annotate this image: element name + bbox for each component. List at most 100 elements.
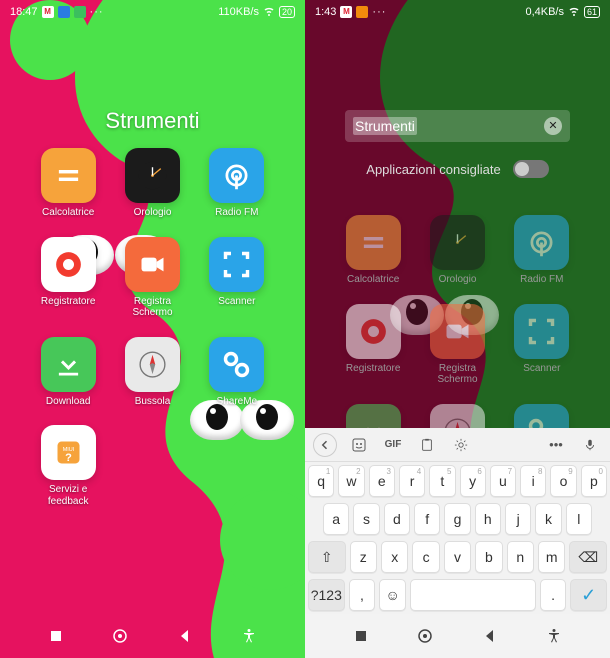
key-k[interactable]: k	[535, 503, 561, 535]
kbd-clipboard-icon[interactable]	[415, 433, 439, 457]
nav-recents-icon[interactable]	[48, 628, 64, 644]
app-notif2-icon	[74, 6, 86, 18]
clear-icon[interactable]: ✕	[544, 117, 562, 135]
app-label: Orologio	[134, 207, 172, 219]
folder-rename-field[interactable]: Strumenti ✕	[345, 110, 570, 142]
statusbar: 1:43 M ··· 0,4KB/s 61	[305, 0, 610, 24]
key-t[interactable]: t5	[429, 465, 455, 497]
kbd-gif-label[interactable]: GIF	[381, 433, 405, 457]
key-enter[interactable]: ✓	[570, 579, 607, 611]
app-radio[interactable]: Radio FM	[209, 148, 265, 219]
status-batt: 20	[279, 6, 295, 18]
key-u[interactable]: u7	[490, 465, 516, 497]
app-notif-icon	[58, 6, 70, 18]
feedback-icon: MIUI?	[41, 425, 96, 480]
app-grid-dimmed: CalcolatriceOrologioRadio FMRegistratore…	[305, 215, 610, 463]
kbd-sticker-icon[interactable]	[347, 433, 371, 457]
key-☺[interactable]: ☺	[379, 579, 406, 611]
svg-text:?: ?	[65, 452, 72, 464]
status-batt: 61	[584, 6, 600, 18]
app-grid: Calcolatrice Orologio Radio FM Registratore…	[0, 148, 305, 507]
key-symbols[interactable]: ?123	[308, 579, 345, 611]
recommended-apps-label: Applicazioni consigliate	[366, 162, 500, 177]
key-e[interactable]: e3	[369, 465, 395, 497]
app-screenrec[interactable]: Registra Schermo	[124, 237, 180, 319]
key-r[interactable]: r4	[399, 465, 425, 497]
app-clock[interactable]: Orologio	[124, 148, 180, 219]
key-i[interactable]: i8	[520, 465, 546, 497]
app-label: Radio FM	[215, 207, 258, 219]
key-backspace[interactable]: ⌫	[569, 541, 607, 573]
left-pane: 18:47 M ··· 110KB/s 20 Strumenti Calcola…	[0, 0, 305, 658]
nav-accessibility-icon[interactable]	[241, 628, 257, 644]
compass-icon	[125, 337, 180, 392]
app-download[interactable]: Download	[40, 337, 96, 408]
key-h[interactable]: h	[475, 503, 501, 535]
key-c[interactable]: c	[412, 541, 439, 573]
navbar	[0, 614, 305, 658]
nav-accessibility-icon[interactable]	[546, 628, 562, 644]
key-o[interactable]: o9	[550, 465, 576, 497]
app-shareme[interactable]: ShareMe	[209, 337, 265, 408]
app-screenrec: Registra Schermo	[429, 304, 485, 386]
key-l[interactable]: l	[566, 503, 592, 535]
nav-home-icon[interactable]	[417, 628, 433, 644]
clock-icon	[430, 215, 485, 270]
app-scanner[interactable]: Scanner	[209, 237, 265, 319]
recommended-apps-toggle[interactable]	[513, 160, 549, 178]
app-label: Servizi e feedback	[40, 484, 96, 507]
key-f[interactable]: f	[414, 503, 440, 535]
radio-icon	[514, 215, 569, 270]
kbd-more-icon[interactable]: •••	[544, 433, 568, 457]
key-w[interactable]: w2	[338, 465, 364, 497]
status-time: 1:43	[315, 6, 336, 18]
key-y[interactable]: y6	[460, 465, 486, 497]
status-time: 18:47	[10, 6, 38, 18]
app-calc[interactable]: Calcolatrice	[40, 148, 96, 219]
key-,[interactable]: ,	[349, 579, 376, 611]
app-label: Orologio	[439, 274, 477, 286]
key-shift[interactable]: ⇧	[308, 541, 346, 573]
status-net: 110KB/s	[218, 6, 259, 18]
nav-home-icon[interactable]	[112, 628, 128, 644]
key-d[interactable]: d	[384, 503, 410, 535]
key-p[interactable]: p0	[581, 465, 607, 497]
key-g[interactable]: g	[444, 503, 470, 535]
recommended-apps-row: Applicazioni consigliate	[305, 160, 610, 178]
nav-back-icon[interactable]	[482, 628, 498, 644]
screenrec-icon	[125, 237, 180, 292]
keyboard-toolbar: GIF •••	[305, 428, 610, 462]
key-n[interactable]: n	[507, 541, 534, 573]
key-z[interactable]: z	[350, 541, 377, 573]
key-j[interactable]: j	[505, 503, 531, 535]
app-recorder[interactable]: Registratore	[40, 237, 96, 319]
key-a[interactable]: a	[323, 503, 349, 535]
key-s[interactable]: s	[353, 503, 379, 535]
app-notif-icon	[356, 6, 368, 18]
gmail-icon: M	[42, 6, 54, 18]
key-v[interactable]: v	[444, 541, 471, 573]
app-label: Scanner	[523, 363, 560, 375]
scanner-icon	[209, 237, 264, 292]
app-scanner: Scanner	[514, 304, 570, 386]
wifi-icon	[568, 5, 580, 20]
app-label: Registratore	[41, 296, 95, 308]
kbd-settings-icon[interactable]	[449, 433, 473, 457]
clock-icon	[125, 148, 180, 203]
app-label: Calcolatrice	[42, 207, 94, 219]
kbd-back-icon[interactable]	[313, 433, 337, 457]
key-space[interactable]	[410, 579, 536, 611]
app-feedback[interactable]: MIUI? Servizi e feedback	[40, 425, 96, 507]
key-x[interactable]: x	[381, 541, 408, 573]
kbd-mic-icon[interactable]	[578, 433, 602, 457]
app-compass[interactable]: Bussola	[124, 337, 180, 408]
app-label: Calcolatrice	[347, 274, 399, 286]
app-recorder: Registratore	[345, 304, 401, 386]
key-.[interactable]: .	[540, 579, 567, 611]
nav-back-icon[interactable]	[177, 628, 193, 644]
key-b[interactable]: b	[475, 541, 502, 573]
folder-title[interactable]: Strumenti	[0, 108, 305, 134]
nav-recents-icon[interactable]	[353, 628, 369, 644]
key-m[interactable]: m	[538, 541, 565, 573]
key-q[interactable]: q1	[308, 465, 334, 497]
